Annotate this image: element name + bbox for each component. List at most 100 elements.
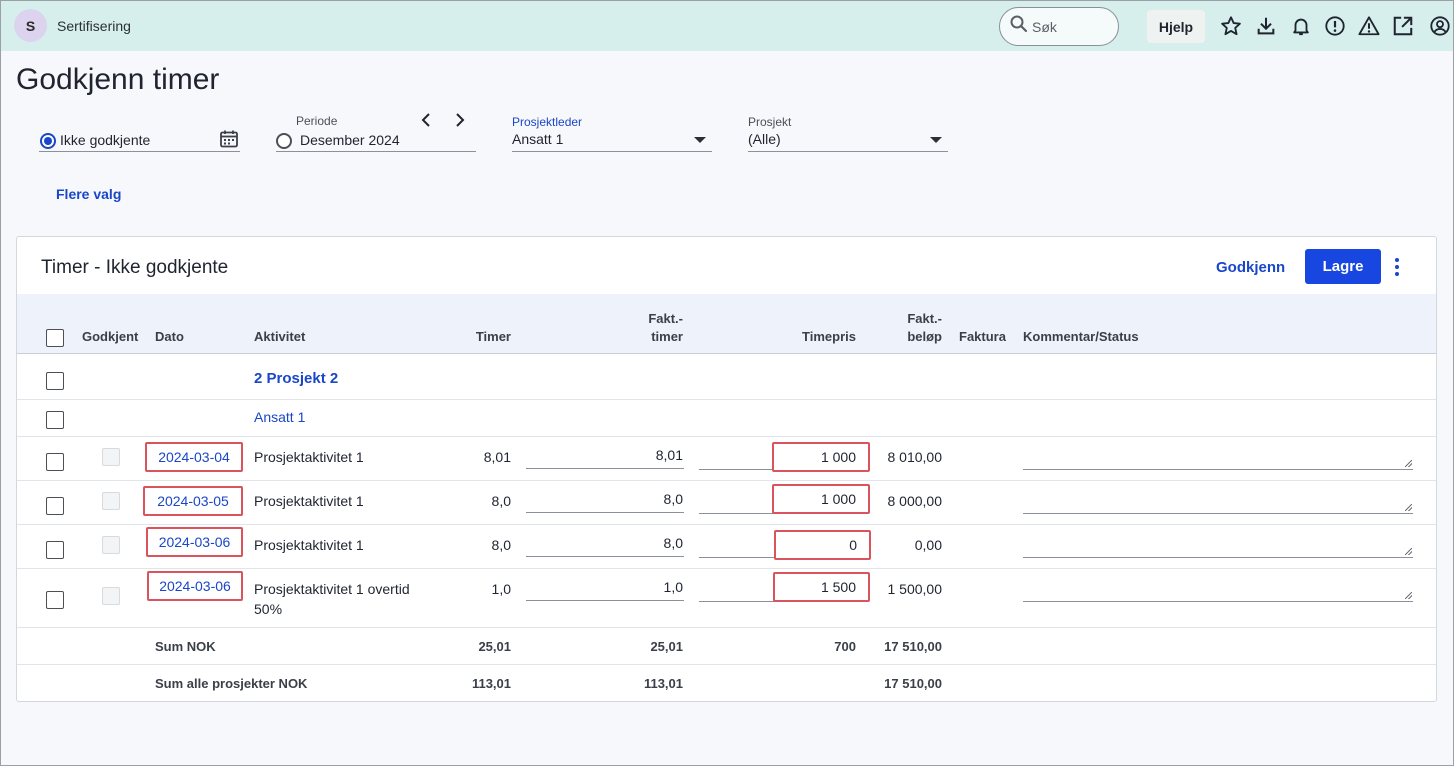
employee-group-checkbox[interactable] [46,411,64,429]
hourly-rate-input[interactable]: 1 000 [772,442,870,472]
header-billable-amount-line1[interactable]: Fakt.- [877,311,942,326]
activity-cell: Prosjektaktivitet 1 overtid [254,581,410,597]
period-label: Periode [296,114,338,128]
rate-underline [699,513,779,514]
billable-hours-input[interactable]: 1,0 [526,579,684,601]
status-filter[interactable]: Ikke godkjente [39,113,240,153]
sum-amount: 17 510,00 [884,639,942,654]
chevron-down-icon [930,137,942,143]
table-row: 2024-03-06 Prosjektaktivitet 1 overtid 5… [17,569,1436,628]
external-link-icon[interactable] [1392,15,1414,37]
project-underline [748,151,948,152]
employee-group-link[interactable]: Ansatt 1 [254,409,305,425]
row-checkbox[interactable] [46,541,64,559]
account-icon[interactable] [1429,15,1451,37]
project-label: Prosjekt [748,115,792,129]
sum-row: Sum NOK 25,01 25,01 700 17 510,00 [17,628,1436,665]
sum-all-row: Sum alle prosjekter NOK 113,01 113,01 17… [17,665,1436,702]
row-checkbox[interactable] [46,497,64,515]
chevron-left-icon[interactable] [420,112,432,133]
header-date[interactable]: Dato [155,329,184,344]
sum-rate: 700 [834,639,856,654]
rate-underline [699,557,779,558]
search-icon [1010,15,1028,38]
bell-icon[interactable] [1290,15,1312,37]
hours-cell: 8,0 [491,537,511,553]
rate-underline [699,601,779,602]
employee-group-row: Ansatt 1 [17,400,1436,437]
search-input[interactable]: Søk [999,7,1119,46]
activity-cell: Prosjektaktivitet 1 [254,537,364,553]
comment-textarea[interactable] [1023,456,1413,470]
select-all-checkbox[interactable] [46,329,64,347]
amount-cell: 8 000,00 [887,493,943,509]
company-name[interactable]: Sertifisering [57,18,131,34]
hourly-rate-input[interactable]: 1 000 [772,484,870,514]
header-invoice[interactable]: Faktura [959,329,1006,344]
approved-checkbox [102,492,120,510]
date-link[interactable]: 2024-03-06 [146,527,243,557]
download-icon[interactable] [1255,15,1277,37]
activity-cell: Prosjektaktivitet 1 [254,493,364,509]
header-billable-hours-line1[interactable]: Fakt.- [607,311,683,326]
warning-triangle-icon[interactable] [1358,15,1380,37]
project-group-link[interactable]: 2 Prosjekt 2 [254,370,338,387]
chevron-down-icon [694,137,706,143]
radio-not-approved[interactable] [40,133,56,149]
hours-cell: 8,0 [491,493,511,509]
hours-panel: Timer - Ikke godkjente Godkjenn Lagre Go… [16,236,1437,702]
sum-label: Sum NOK [155,639,216,654]
page-title: Godkjenn timer [16,63,220,96]
comment-textarea[interactable] [1023,500,1413,514]
header-comment[interactable]: Kommentar/Status [1023,329,1139,344]
project-group-checkbox[interactable] [46,372,64,390]
date-link[interactable]: 2024-03-04 [145,442,243,472]
hourly-rate-input[interactable]: 1 500 [773,572,870,602]
amount-cell: 1 500,00 [887,581,943,597]
hours-cell: 8,01 [483,449,511,465]
project-manager-select[interactable]: Prosjektleder Ansatt 1 [512,115,712,153]
approve-button[interactable]: Godkjenn [1216,259,1285,276]
activity-cell-line2: 50% [254,601,283,617]
activity-cell: Prosjektaktivitet 1 [254,449,364,465]
period-filter[interactable]: Periode Desember 2024 [276,113,476,153]
sum-all-amount: 17 510,00 [884,676,942,691]
approved-checkbox [102,536,120,554]
more-options-link[interactable]: Flere valg [56,186,121,202]
chevron-right-icon[interactable] [454,112,466,133]
alert-circle-icon[interactable] [1324,15,1346,37]
approved-checkbox [102,587,120,605]
help-button[interactable]: Hjelp [1147,10,1205,43]
header-activity[interactable]: Aktivitet [254,329,305,344]
period-value: Desember 2024 [300,132,400,148]
sum-all-label: Sum alle prosjekter NOK [155,676,308,691]
billable-hours-input[interactable]: 8,0 [526,535,684,557]
comment-textarea[interactable] [1023,588,1413,602]
sum-all-billable-hours: 113,01 [643,676,683,691]
hourly-rate-input[interactable]: 0 [774,530,871,560]
table-row: 2024-03-06 Prosjektaktivitet 1 8,0 8,0 0… [17,525,1436,569]
comment-textarea[interactable] [1023,544,1413,558]
hours-cell: 1,0 [491,581,511,597]
radio-period[interactable] [276,133,292,149]
date-link[interactable]: 2024-03-06 [147,571,243,601]
save-button[interactable]: Lagre [1305,249,1381,284]
project-manager-underline [512,151,712,152]
billable-hours-input[interactable]: 8,01 [526,447,684,469]
project-value: (Alle) [748,131,781,147]
amount-cell: 0,00 [914,537,942,553]
header-billable-hours-line2[interactable]: timer [607,329,683,344]
star-icon[interactable] [1220,15,1242,37]
sum-all-hours: 113,01 [471,676,511,691]
header-approved: Godkjent [82,329,139,344]
row-checkbox[interactable] [46,591,64,609]
project-select[interactable]: Prosjekt (Alle) [748,115,948,153]
date-link[interactable]: 2024-03-05 [143,486,243,516]
row-checkbox[interactable] [46,453,64,471]
company-avatar[interactable]: S [14,9,47,42]
more-menu-icon[interactable] [1389,255,1405,279]
header-billable-amount-line2[interactable]: beløp [877,329,942,344]
billable-hours-input[interactable]: 8,0 [526,491,684,513]
header-hours[interactable]: Timer [437,329,511,344]
header-hourly-rate[interactable]: Timepris [777,329,856,344]
